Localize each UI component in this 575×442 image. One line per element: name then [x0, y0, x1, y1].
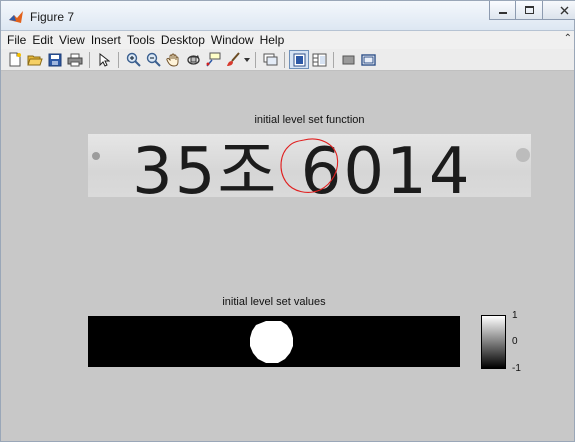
matlab-logo-icon [9, 11, 23, 23]
edit-plot-icon [99, 52, 110, 67]
menu-insert[interactable]: Insert [91, 31, 121, 49]
title-bar[interactable]: Figure 7 [1, 1, 575, 31]
insert-colorbar-button[interactable] [358, 50, 378, 69]
menu-help[interactable]: Help [260, 31, 285, 49]
data-cursor-icon [206, 52, 221, 67]
zoom-out-icon [146, 52, 161, 67]
save-button[interactable] [45, 50, 65, 69]
close-button[interactable] [543, 1, 575, 20]
colorbar-tick-max: 1 [512, 310, 518, 321]
close-icon [560, 6, 569, 14]
pan-button[interactable] [163, 50, 183, 69]
pan-icon [165, 53, 178, 67]
zoom-in-button[interactable] [123, 50, 143, 69]
data-cursor-button[interactable] [203, 50, 223, 69]
minimize-icon [498, 12, 507, 14]
chevron-down-icon [244, 57, 250, 62]
maximize-icon [524, 6, 534, 14]
zoom-out-button[interactable] [143, 50, 163, 69]
new-figure-icon [9, 52, 21, 67]
axes2-title: initial level set values [222, 296, 326, 308]
hide-plot-tools-button[interactable] [289, 50, 309, 69]
license-plate-image[interactable]: 35조 6014 [88, 134, 531, 197]
rotate-3d-button[interactable] [183, 50, 203, 69]
window-title: Figure 7 [30, 10, 75, 24]
menubar-overflow-arrow[interactable]: ⌃ [564, 33, 572, 44]
toolbar-separator [333, 51, 334, 68]
zoom-in-icon [126, 52, 141, 67]
colorbar-icon [360, 53, 376, 66]
print-icon [67, 53, 83, 66]
new-figure-button[interactable] [5, 50, 25, 69]
link-plot-icon [263, 53, 277, 66]
brush-icon [227, 52, 240, 66]
menu-bar: File Edit View Insert Tools Desktop Wind… [1, 31, 574, 49]
toolbar-separator [118, 51, 119, 68]
open-file-icon [27, 55, 43, 65]
menu-edit[interactable]: Edit [32, 31, 53, 49]
edit-plot-button[interactable] [94, 50, 114, 69]
show-plot-tools-icon [312, 53, 326, 66]
brush-dropdown[interactable] [243, 50, 251, 69]
insert-legend-button[interactable] [338, 50, 358, 69]
level-set-region [250, 321, 293, 363]
figure-toolbar [1, 49, 574, 71]
menu-view[interactable]: View [59, 31, 85, 49]
toolbar-separator [89, 51, 90, 68]
level-set-values-image[interactable] [88, 316, 460, 367]
print-button[interactable] [65, 50, 85, 69]
menu-desktop[interactable]: Desktop [161, 31, 205, 49]
menu-window[interactable]: Window [211, 31, 254, 49]
maximize-button[interactable] [516, 1, 543, 20]
minimize-button[interactable] [489, 1, 516, 20]
menu-tools[interactable]: Tools [127, 31, 155, 49]
figure-window: Figure 7 File Edit View Insert Tools Des… [0, 0, 575, 442]
show-plot-tools-button[interactable] [309, 50, 329, 69]
toolbar-separator [284, 51, 285, 68]
brush-button[interactable] [223, 50, 243, 69]
colorbar-tick-min: -1 [512, 363, 521, 374]
rotate-3d-icon [186, 55, 200, 65]
colorbar[interactable] [481, 315, 506, 369]
colorbar-tick-mid: 0 [512, 336, 518, 347]
axes1-title: initial level set function [254, 114, 365, 126]
open-file-button[interactable] [25, 50, 45, 69]
save-icon [48, 53, 62, 66]
level-set-contour [280, 138, 339, 193]
window-controls [489, 1, 575, 21]
hide-plot-tools-icon [293, 53, 305, 66]
toolbar-separator [255, 51, 256, 68]
link-plot-button[interactable] [260, 50, 280, 69]
menu-file[interactable]: File [7, 31, 26, 49]
legend-icon [342, 55, 354, 64]
